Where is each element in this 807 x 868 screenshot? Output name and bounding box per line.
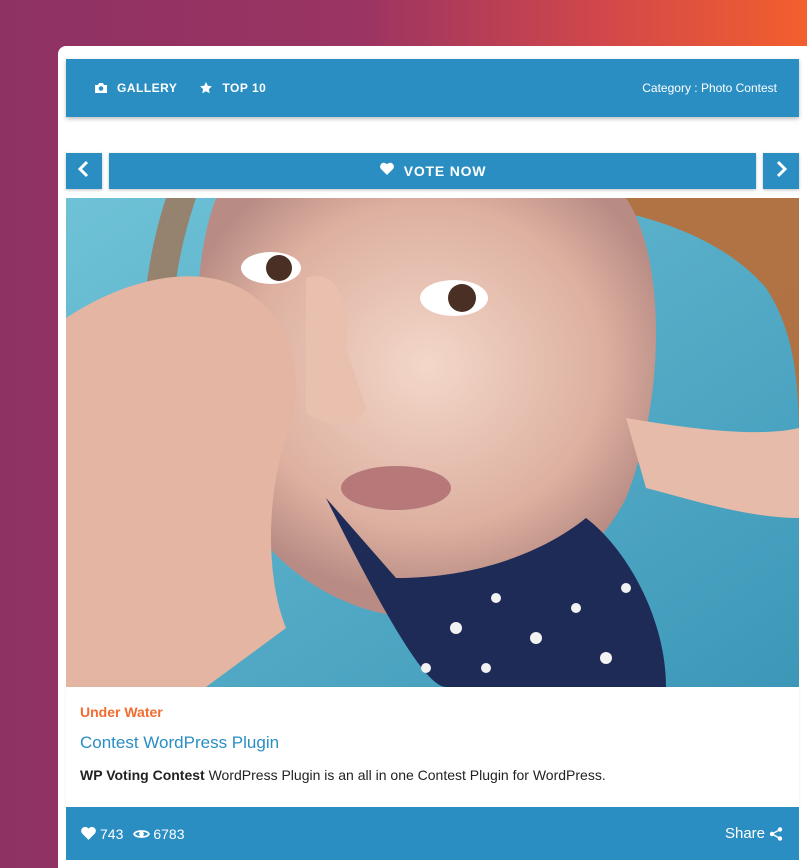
- heart-icon: [379, 162, 395, 181]
- top-navigation-bar: GALLERY TOP 10 Category : Photo Contest: [66, 59, 799, 117]
- views-value: 6783: [153, 825, 185, 842]
- top10-link[interactable]: TOP 10: [199, 81, 266, 95]
- entry-footer: 743 6783 Share: [66, 807, 799, 860]
- votes-value: 743: [100, 825, 124, 842]
- gallery-link[interactable]: GALLERY: [94, 81, 177, 95]
- camera-icon: [94, 81, 108, 95]
- votes-count: 743: [80, 826, 123, 842]
- previous-button[interactable]: [66, 153, 102, 189]
- share-button[interactable]: Share: [725, 825, 783, 842]
- contest-entry-photo[interactable]: [66, 198, 799, 687]
- entry-description: WP Voting Contest WordPress Plugin is an…: [80, 767, 785, 783]
- share-label: Share: [724, 825, 765, 842]
- vote-now-label: VOTE NOW: [403, 163, 487, 179]
- vote-now-button[interactable]: VOTE NOW: [109, 153, 756, 189]
- eye-icon: [133, 828, 151, 840]
- top10-label: TOP 10: [222, 81, 267, 95]
- gallery-label: GALLERY: [117, 81, 178, 95]
- next-button[interactable]: [763, 153, 799, 189]
- category-text: Category : Photo Contest: [642, 81, 777, 95]
- views-count: 6783: [133, 825, 185, 842]
- entry-description-bold: WP Voting Contest: [80, 767, 205, 783]
- heart-icon: [80, 826, 97, 841]
- chevron-right-icon: [774, 160, 788, 183]
- share-icon: [769, 826, 783, 841]
- entry-title[interactable]: Contest WordPress Plugin: [80, 733, 785, 753]
- entry-details: Under Water Contest WordPress Plugin WP …: [66, 687, 799, 807]
- entry-description-text: WordPress Plugin is an all in one Contes…: [208, 767, 606, 783]
- entry-category[interactable]: Under Water: [80, 704, 785, 720]
- chevron-left-icon: [77, 160, 91, 183]
- star-icon: [199, 81, 213, 95]
